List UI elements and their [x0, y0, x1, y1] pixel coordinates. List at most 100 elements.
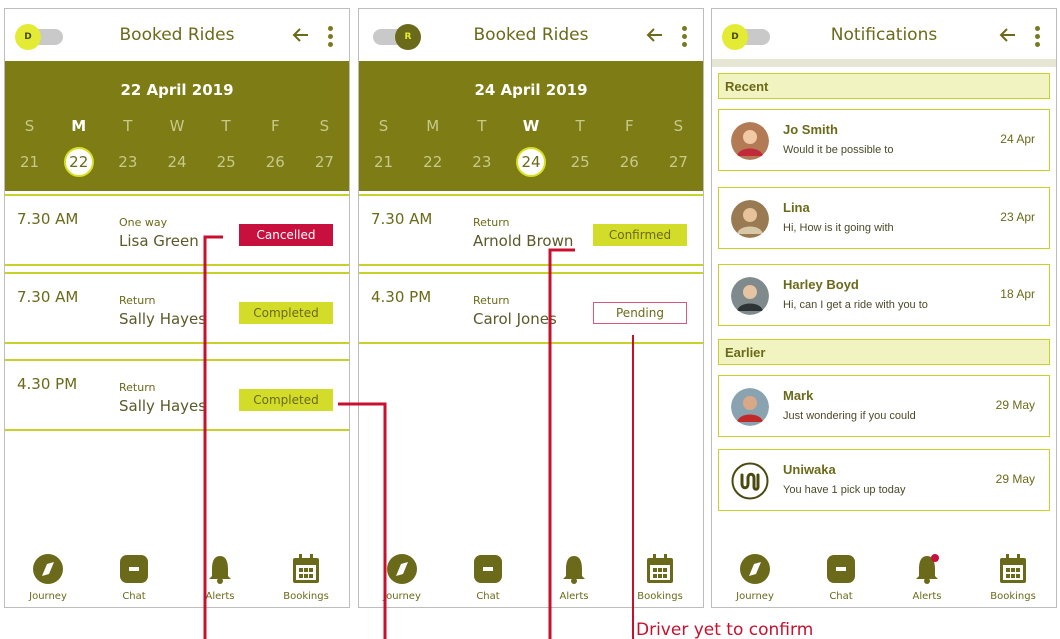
chat-icon	[474, 555, 502, 583]
notification-sender: Uniwaka	[783, 462, 836, 477]
section-earlier: Earlier	[718, 339, 1050, 365]
avatar	[731, 200, 769, 238]
nav-journey[interactable]: Journey	[5, 549, 91, 607]
ride-driver: Carol Jones	[473, 310, 557, 328]
weekday-row: S M T W T F S	[359, 117, 703, 135]
weekday-label: S	[673, 117, 684, 135]
toggle-knob-driver: D	[15, 24, 41, 50]
page-title: Booked Rides	[473, 25, 589, 45]
ride-passenger: Sally Hayes	[119, 310, 207, 328]
calendar-date: 22 April 2019	[120, 81, 234, 99]
ride-driver: Arnold Brown	[473, 232, 574, 250]
notification-item[interactable]: Harley Boyd Hi, can I get a ride with yo…	[718, 264, 1050, 326]
ride-time: 7.30 AM	[371, 210, 433, 228]
notification-message: Hi, How is it going with	[783, 222, 894, 234]
day-cell[interactable]: 21	[359, 153, 408, 177]
weekday-label: F	[270, 117, 280, 135]
notification-message: You have 1 pick up today	[783, 484, 906, 496]
back-arrow-icon[interactable]	[291, 25, 311, 45]
back-arrow-icon[interactable]	[998, 25, 1018, 45]
day-cell[interactable]: 23	[103, 153, 152, 177]
nav-alerts[interactable]: Alerts	[531, 549, 617, 607]
more-vertical-icon[interactable]	[325, 26, 335, 48]
ride-card[interactable]: 4.30 PM Return Sally Hayes Completed	[5, 359, 349, 431]
weekday-label: S	[24, 117, 35, 135]
notification-item[interactable]: Jo Smith Would it be possible to 24 Apr	[718, 109, 1050, 171]
day-cell[interactable]: 22	[408, 153, 457, 177]
bottom-nav: Journey Chat Alerts Bookings	[712, 549, 1056, 607]
ride-card[interactable]: 7.30 AM One way Lisa Green Cancelled	[5, 194, 349, 266]
notification-item[interactable]: Uniwaka You have 1 pick up today 29 May	[718, 449, 1050, 511]
ride-type: Return	[119, 381, 156, 394]
more-vertical-icon[interactable]	[1032, 26, 1042, 48]
status-badge: Completed	[239, 302, 333, 324]
nav-bookings[interactable]: Bookings	[970, 549, 1056, 607]
weekday-label: S	[319, 117, 330, 135]
nav-chat[interactable]: Chat	[91, 549, 177, 607]
nav-journey[interactable]: Journey	[359, 549, 445, 607]
compass-icon	[740, 554, 770, 584]
day-row: 21 22 23 24 25 26 27	[359, 147, 703, 177]
notification-sender: Harley Boyd	[783, 277, 859, 292]
weekday-label: M	[71, 117, 87, 135]
avatar	[731, 388, 769, 426]
chat-icon	[827, 555, 855, 583]
notification-item[interactable]: Lina Hi, How is it going with 23 Apr	[718, 187, 1050, 249]
day-cell[interactable]: 27	[654, 153, 703, 177]
day-cell[interactable]: 27	[300, 153, 349, 177]
day-cell[interactable]: 25	[556, 153, 605, 177]
nav-journey[interactable]: Journey	[712, 549, 798, 607]
bottom-nav: Journey Chat Alerts Bookings	[5, 549, 349, 607]
day-cell-selected[interactable]: 22	[54, 147, 103, 177]
day-cell[interactable]: 26	[251, 153, 300, 177]
nav-alerts[interactable]: Alerts	[884, 549, 970, 607]
ride-passenger: Lisa Green	[119, 232, 199, 250]
nav-bookings[interactable]: Bookings	[263, 549, 349, 607]
ride-time: 7.30 AM	[17, 210, 79, 228]
status-badge: Cancelled	[239, 224, 333, 246]
notification-sender: Jo Smith	[783, 122, 838, 137]
day-cell[interactable]: 26	[605, 153, 654, 177]
weekday-label: S	[378, 117, 389, 135]
ride-card[interactable]: 7.30 AM Return Arnold Brown Confirmed	[359, 194, 703, 266]
ride-type: One way	[119, 216, 168, 229]
weekday-row: S M T W T F S	[5, 117, 349, 135]
driver-rider-toggle[interactable]: D	[15, 24, 63, 50]
compass-icon	[387, 554, 417, 584]
weekday-label: W	[522, 117, 540, 135]
ride-card[interactable]: 4.30 PM Return Carol Jones Pending	[359, 272, 703, 344]
weekday-label: T	[575, 117, 585, 135]
section-recent: Recent	[718, 73, 1050, 99]
notification-message: Hi, can I get a ride with you to	[783, 299, 928, 311]
driver-rider-toggle[interactable]: R	[373, 24, 421, 50]
day-cell[interactable]: 24	[152, 153, 201, 177]
day-cell[interactable]: 25	[202, 153, 251, 177]
calendar-strip: 24 April 2019 S M T W T F S 21 22 23 24 …	[359, 61, 703, 191]
nav-alerts[interactable]: Alerts	[177, 549, 263, 607]
day-cell[interactable]: 23	[457, 153, 506, 177]
more-vertical-icon[interactable]	[679, 26, 689, 48]
nav-chat[interactable]: Chat	[798, 549, 884, 607]
status-badge: Confirmed	[593, 224, 687, 246]
calendar-icon	[293, 554, 319, 583]
ride-card[interactable]: 7.30 AM Return Sally Hayes Completed	[5, 272, 349, 344]
compass-icon	[33, 554, 63, 584]
notification-item[interactable]: Mark Just wondering if you could 29 May	[718, 375, 1050, 437]
driver-rider-toggle[interactable]: D	[722, 24, 770, 50]
day-cell-selected[interactable]: 24	[506, 147, 555, 177]
calendar-icon	[1000, 554, 1026, 583]
weekday-label: T	[123, 117, 133, 135]
weekday-label: T	[221, 117, 231, 135]
nav-chat[interactable]: Chat	[445, 549, 531, 607]
notification-sender: Mark	[783, 388, 814, 403]
status-badge: Completed	[239, 389, 333, 411]
back-arrow-icon[interactable]	[645, 25, 665, 45]
rider-booked-rides-screen: R Booked Rides 24 April 2019 S M T W T F…	[358, 8, 704, 608]
nav-bookings[interactable]: Bookings	[617, 549, 703, 607]
ride-type: Return	[473, 294, 510, 307]
toggle-knob-rider: R	[395, 24, 421, 50]
notification-date: 23 Apr	[1000, 210, 1035, 224]
day-cell[interactable]: 21	[5, 153, 54, 177]
top-bar: D Booked Rides	[5, 9, 349, 59]
weekday-label: M	[426, 117, 440, 135]
